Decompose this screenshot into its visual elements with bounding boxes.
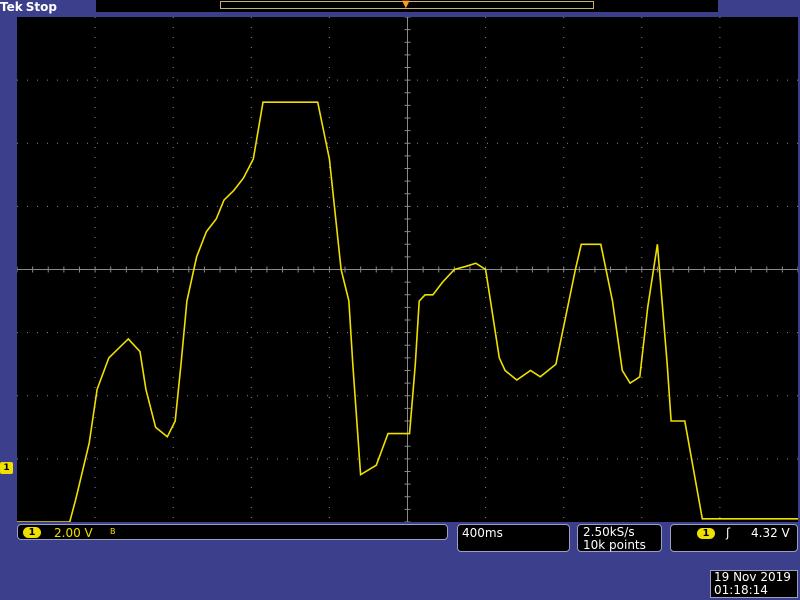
channel1-ground-marker[interactable]: 1 <box>0 462 13 474</box>
brand-logo: Tek <box>0 0 23 14</box>
record-length: 10k points <box>583 538 646 552</box>
date-time-display: 19 Nov 2019 01:18:14 <box>710 570 798 598</box>
channel1-readout[interactable]: 1 2.00 V B <box>17 524 448 540</box>
trigger-position-icon[interactable]: ▼ <box>402 0 410 10</box>
graticule <box>17 17 798 522</box>
trigger-source-badge: 1 <box>697 528 715 539</box>
time: 01:18:14 <box>714 583 768 597</box>
acquisition-status: Stop <box>25 0 57 14</box>
trigger-level: 4.32 V <box>751 526 790 540</box>
waveform-display <box>17 17 798 522</box>
timebase-readout[interactable]: 400ms <box>457 524 570 552</box>
channel1-badge: 1 <box>23 527 41 538</box>
acquisition-readout[interactable]: 2.50kS/s 10k points <box>577 524 662 552</box>
channel1-volts-per-div: 2.00 V <box>54 526 93 540</box>
waveform-plot <box>17 17 798 522</box>
time-per-div: 400ms <box>462 526 503 540</box>
trigger-readout[interactable]: 1 ʃ 4.32 V <box>670 524 798 552</box>
bandwidth-limit-icon: B <box>110 527 116 536</box>
rising-edge-icon: ʃ <box>726 526 731 540</box>
sample-rate: 2.50kS/s <box>583 525 635 539</box>
scope-status: Tek Stop <box>0 0 57 14</box>
